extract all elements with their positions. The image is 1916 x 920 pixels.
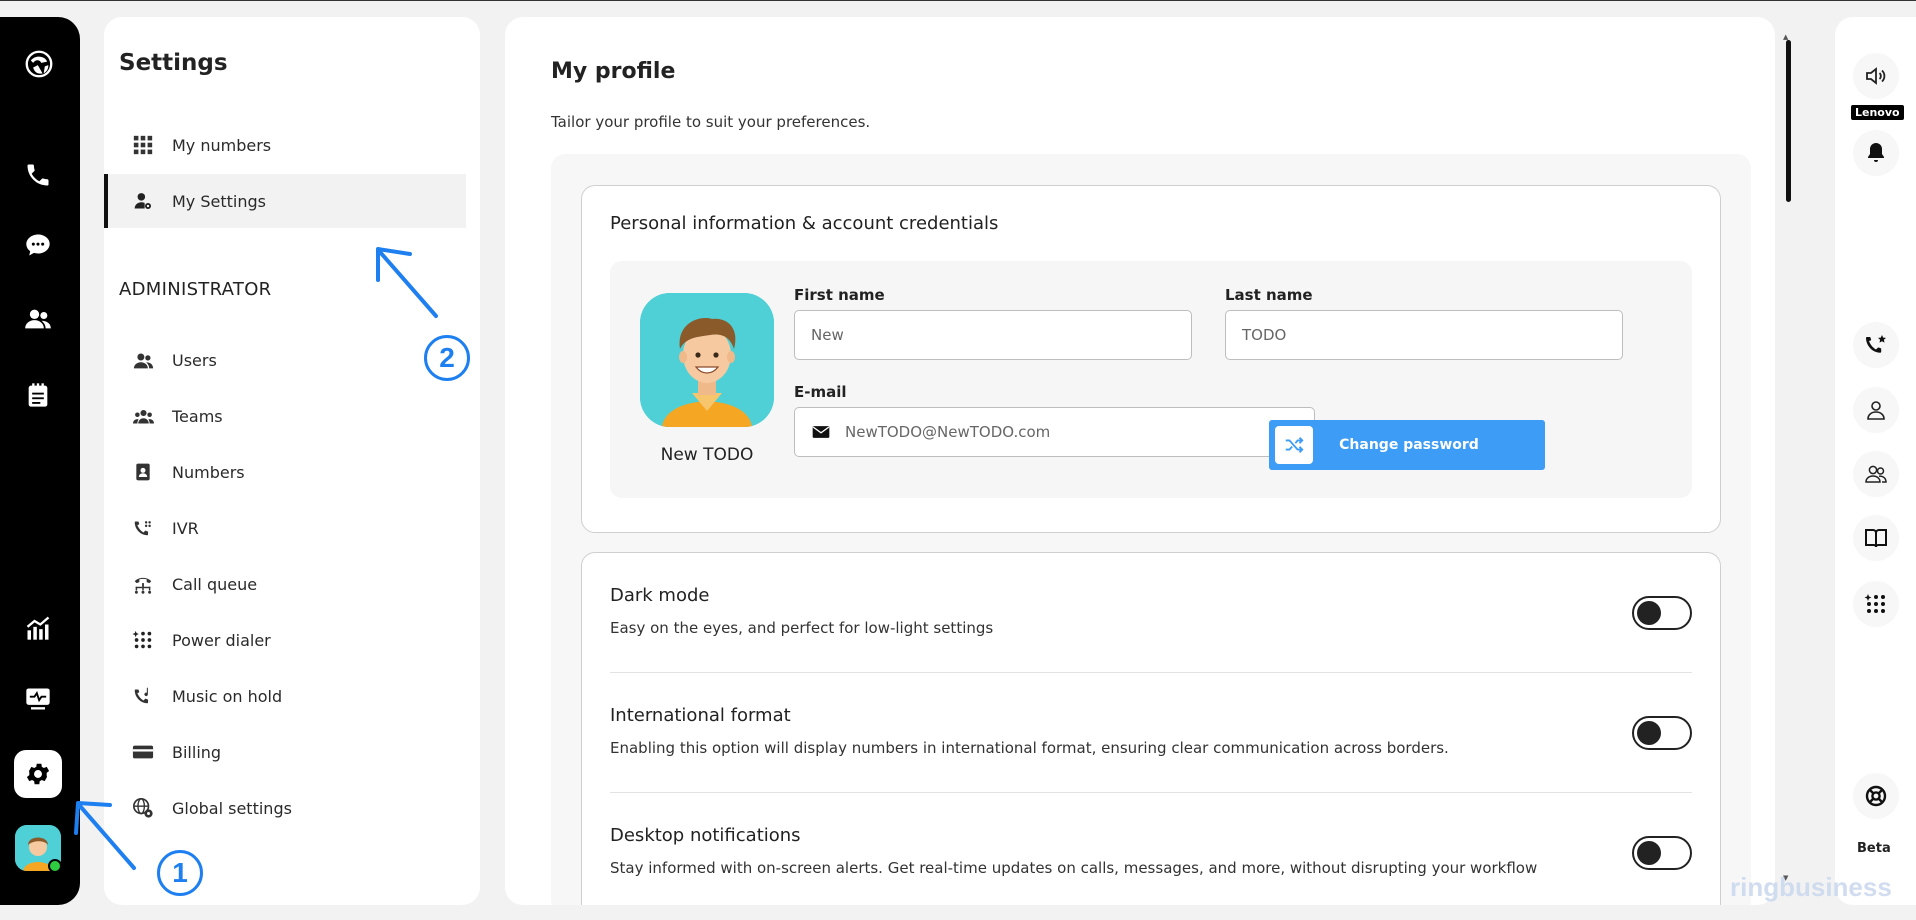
- device-label: Lenovo: [1851, 105, 1904, 120]
- settings-title: Settings: [119, 50, 228, 76]
- help-icon[interactable]: [1853, 773, 1899, 819]
- group-icon[interactable]: [1853, 451, 1899, 497]
- bell-icon[interactable]: [1853, 130, 1899, 176]
- nav-item-numbers[interactable]: Numbers: [104, 445, 466, 499]
- pref-title: Dark mode: [610, 585, 710, 606]
- nav-item-label: My Settings: [172, 191, 266, 211]
- nav-item-label: Global settings: [172, 798, 292, 818]
- email-value: NewTODO@NewTODO.com: [845, 423, 1051, 441]
- nav-item-power-dialer[interactable]: Power dialer: [104, 613, 466, 667]
- speaker-icon[interactable]: [1853, 53, 1899, 99]
- nav-item-label: Teams: [172, 406, 223, 426]
- credit-card-icon: [132, 741, 154, 763]
- personal-info-card: Personal information & account credentia…: [581, 185, 1721, 533]
- nav-item-label: My numbers: [172, 135, 272, 155]
- notes-icon[interactable]: [16, 373, 60, 417]
- page-title: My profile: [551, 59, 676, 84]
- pref-description: Easy on the eyes, and perfect for low-li…: [610, 619, 994, 637]
- person-icon[interactable]: [1853, 387, 1899, 433]
- toggle-knob: [1637, 721, 1661, 745]
- pref-desktop-notifications: Desktop notifications Stay informed with…: [610, 793, 1692, 905]
- pref-dark-mode: Dark mode Easy on the eyes, and perfect …: [610, 553, 1692, 673]
- profile-display-name: New TODO: [660, 445, 754, 465]
- app-logo-icon[interactable]: [12, 37, 66, 91]
- pref-description: Stay informed with on-screen alerts. Get…: [610, 859, 1538, 877]
- page-subtitle: Tailor your profile to suit your prefere…: [551, 113, 871, 131]
- profile-avatar[interactable]: [640, 293, 774, 427]
- nav-item-ivr[interactable]: IVR: [104, 501, 466, 555]
- monitor-icon[interactable]: [16, 677, 60, 721]
- personal-info-inner: New TODO First name New Last name TODO E…: [610, 261, 1692, 498]
- user-settings-icon: [132, 190, 154, 212]
- book-icon[interactable]: [1853, 515, 1899, 561]
- nav-item-my-numbers[interactable]: My numbers: [104, 118, 466, 172]
- pref-title: Desktop notifications: [610, 825, 801, 846]
- envelope-icon: [811, 422, 831, 442]
- administrator-heading: ADMINISTRATOR: [119, 279, 272, 300]
- shuffle-icon: [1275, 426, 1313, 464]
- online-status-icon: [48, 859, 62, 873]
- email-input[interactable]: NewTODO@NewTODO.com: [794, 407, 1315, 457]
- change-password-button[interactable]: Change password: [1269, 420, 1545, 470]
- call-queue-icon: [132, 573, 154, 595]
- toggle-knob: [1637, 841, 1661, 865]
- grid-icon: [132, 134, 154, 156]
- nav-item-label: Call queue: [172, 574, 258, 594]
- pref-title: International format: [610, 705, 791, 726]
- toggle-knob: [1637, 601, 1661, 625]
- chat-icon[interactable]: [16, 223, 60, 267]
- globe-gear-icon: [132, 797, 154, 819]
- nav-item-my-settings[interactable]: My Settings: [104, 174, 466, 228]
- beta-label: Beta: [1857, 841, 1891, 856]
- nav-item-label: Numbers: [172, 462, 245, 482]
- nav-item-global-settings[interactable]: Global settings: [104, 781, 466, 835]
- annotation-marker-2: 2: [424, 335, 470, 381]
- right-rail: Lenovo Beta: [1835, 17, 1916, 905]
- email-label: E-mail: [794, 383, 847, 401]
- power-dialer-icon: [132, 629, 154, 651]
- main-content: My profile Tailor your profile to suit y…: [505, 17, 1775, 905]
- users-icon: [132, 349, 154, 371]
- nav-item-label: Billing: [172, 742, 222, 762]
- pref-description: Enabling this option will display number…: [610, 739, 1449, 757]
- phone-icon[interactable]: [16, 153, 60, 197]
- nav-item-label: IVR: [172, 518, 199, 538]
- personal-info-title: Personal information & account credentia…: [610, 213, 999, 234]
- contacts-icon[interactable]: [16, 297, 60, 341]
- teams-icon: [132, 405, 154, 427]
- nav-item-call-queue[interactable]: Call queue: [104, 557, 466, 611]
- scrollbar-thumb[interactable]: [1786, 40, 1791, 202]
- contact-book-icon: [132, 461, 154, 483]
- international-format-toggle[interactable]: [1632, 716, 1692, 750]
- music-on-hold-icon: [132, 685, 154, 707]
- ivr-icon: [132, 517, 154, 539]
- nav-item-billing[interactable]: Billing: [104, 725, 466, 779]
- first-name-label: First name: [794, 286, 885, 304]
- preferences-card: Dark mode Easy on the eyes, and perfect …: [581, 552, 1721, 905]
- gear-icon[interactable]: [14, 750, 62, 798]
- left-nav-rail: [0, 17, 80, 905]
- dialer-icon[interactable]: [1853, 581, 1899, 627]
- last-name-label: Last name: [1225, 286, 1313, 304]
- nav-item-label: Power dialer: [172, 630, 271, 650]
- dark-mode-toggle[interactable]: [1632, 596, 1692, 630]
- last-name-input[interactable]: TODO: [1225, 310, 1623, 360]
- top-border: [0, 0, 1916, 1]
- desktop-notifications-toggle[interactable]: [1632, 836, 1692, 870]
- nav-item-users[interactable]: Users: [104, 333, 466, 387]
- nav-item-label: Music on hold: [172, 686, 283, 706]
- pref-international-format: International format Enabling this optio…: [610, 673, 1692, 793]
- analytics-icon[interactable]: [16, 606, 60, 650]
- phone-star-icon[interactable]: [1853, 322, 1899, 368]
- first-name-input[interactable]: New: [794, 310, 1192, 360]
- nav-item-music-on-hold[interactable]: Music on hold: [104, 669, 466, 723]
- settings-panel: Settings My numbers My Settings ADMINIST…: [104, 17, 480, 905]
- change-password-label: Change password: [1339, 437, 1479, 453]
- nav-item-teams[interactable]: Teams: [104, 389, 466, 443]
- annotation-marker-1: 1: [157, 850, 203, 896]
- watermark-logo: ringbusiness: [1730, 872, 1892, 902]
- nav-item-label: Users: [172, 350, 217, 370]
